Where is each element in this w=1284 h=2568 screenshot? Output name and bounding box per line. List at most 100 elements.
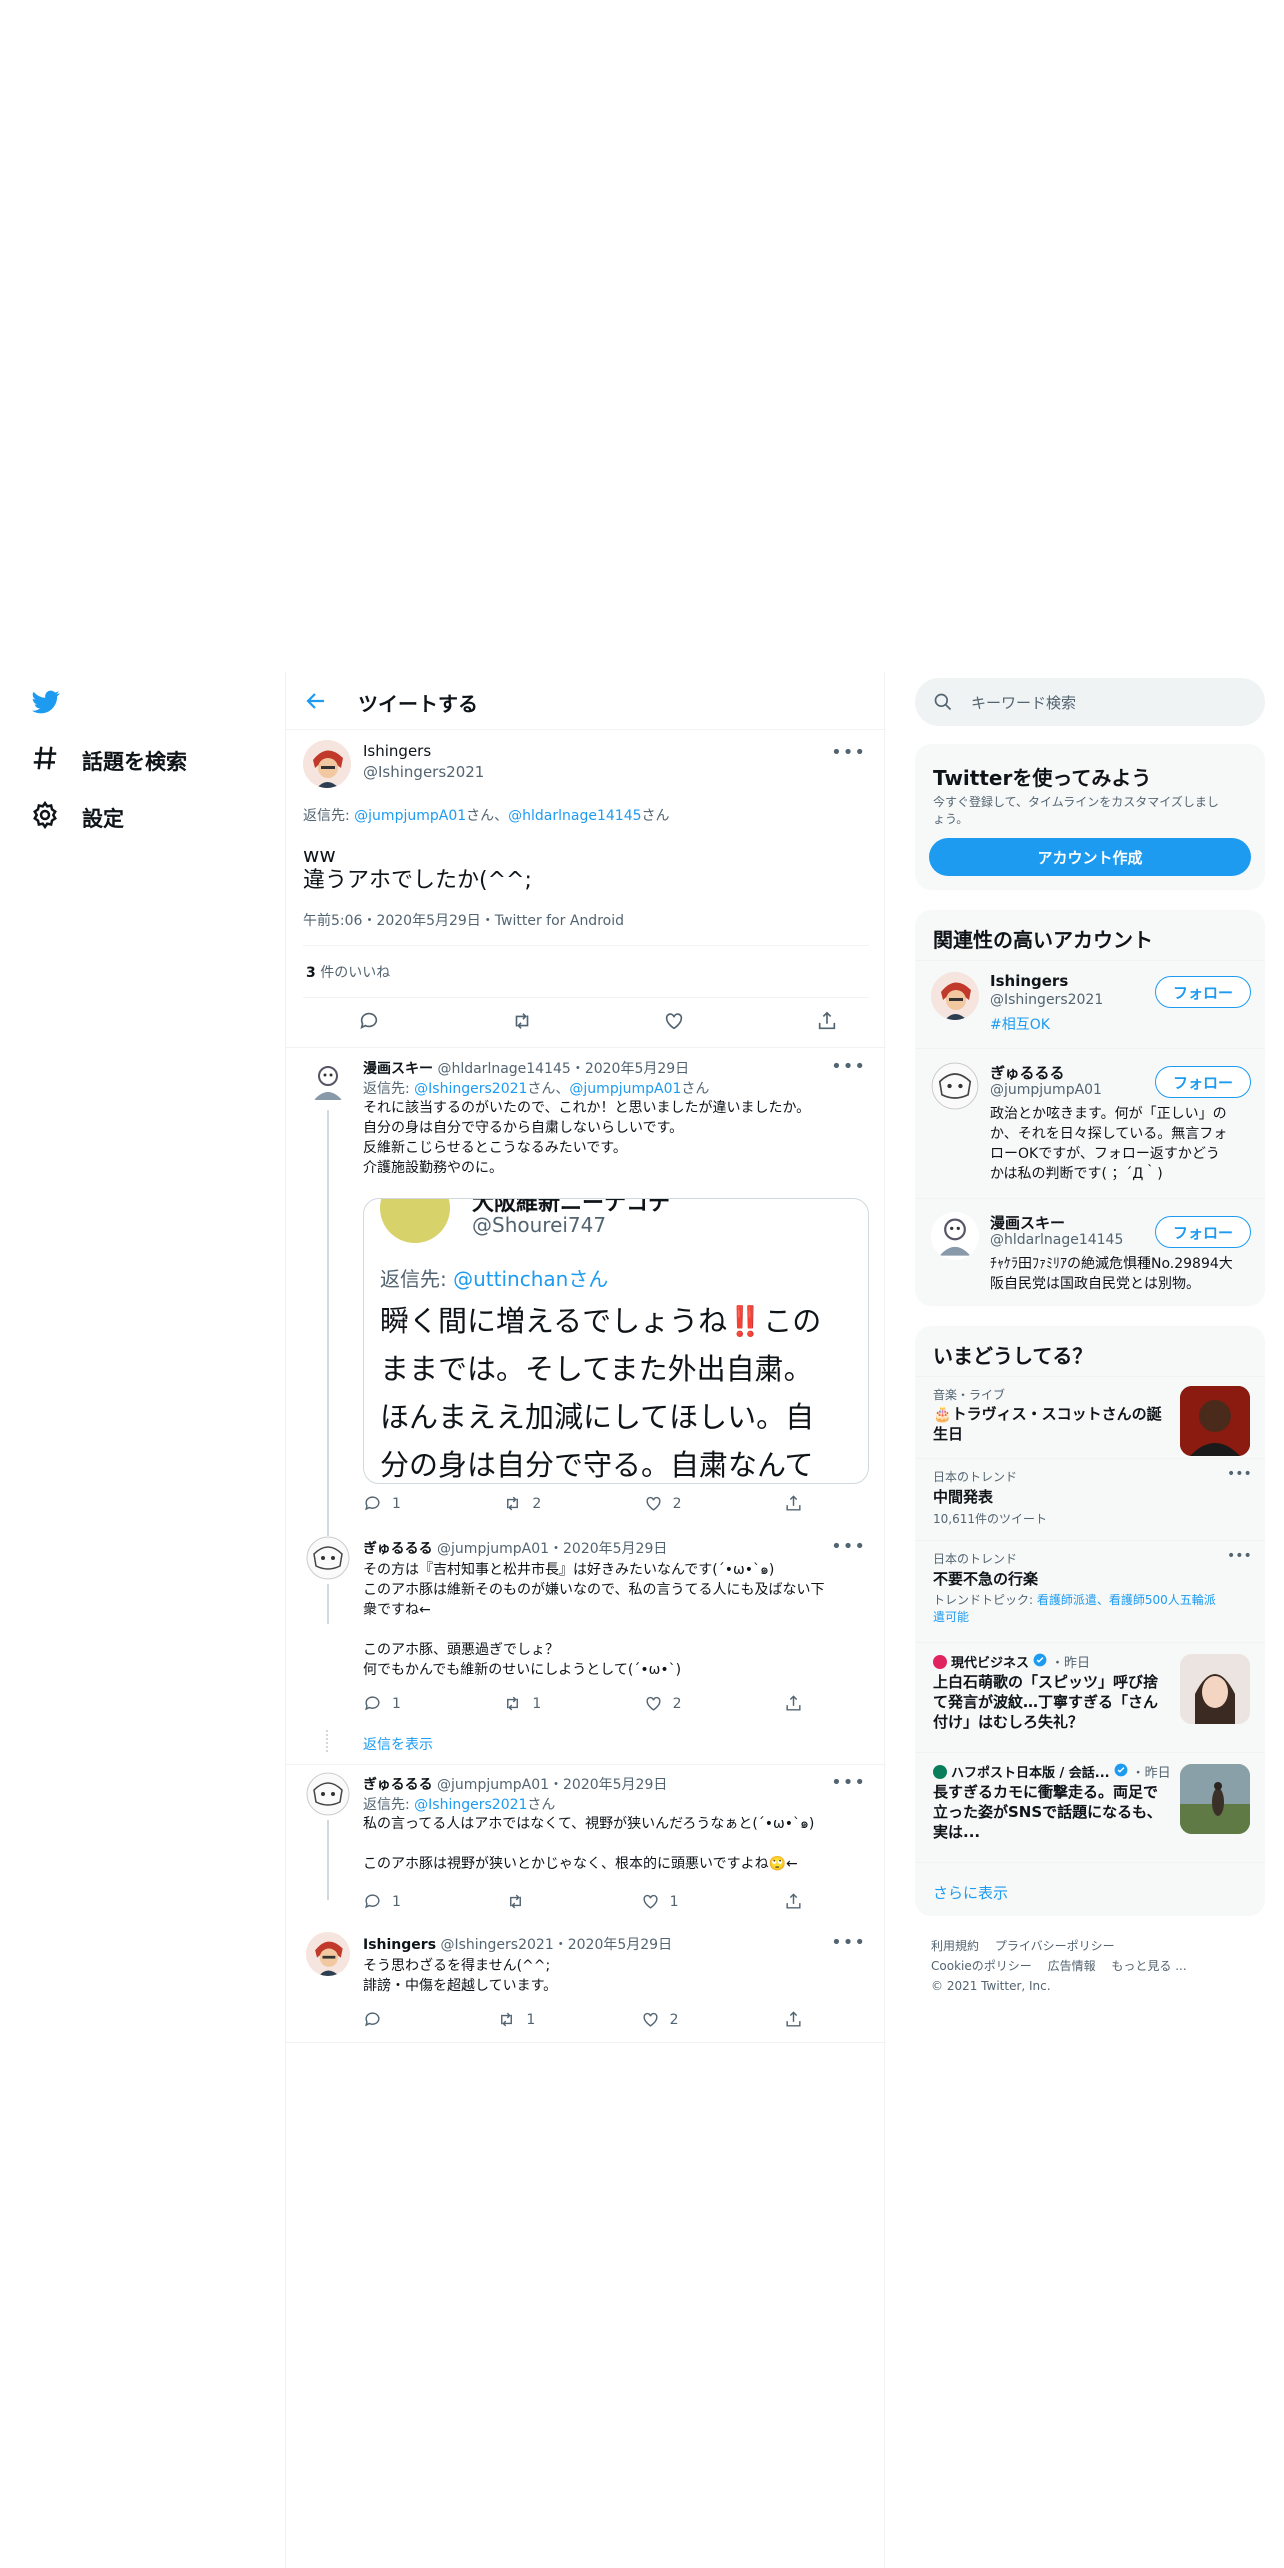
reply-to-link[interactable]: @jumpjumpA01	[569, 1081, 681, 1097]
tweet-meta[interactable]: 午前5:06・2020年5月29日・Twitter for Android	[303, 910, 624, 930]
copyright: © 2021 Twitter, Inc.	[931, 1979, 1051, 1993]
footer-link[interactable]: 利用規約	[931, 1939, 979, 1953]
avatar[interactable]	[303, 740, 351, 788]
divider	[915, 960, 1265, 961]
trend-topic-link[interactable]: 遣可能	[933, 1609, 1216, 1626]
reply-to-link[interactable]: @Ishingers2021	[414, 1081, 527, 1097]
tweet-text-line: 介護施設勤務やのに。	[363, 1160, 503, 1176]
related-title: 関連性の高いアカウント	[933, 928, 1153, 952]
avatar[interactable]	[931, 972, 979, 1020]
account-name[interactable]: ぎゅるるる	[990, 1062, 1065, 1083]
nav-explore[interactable]: 話題を検索	[30, 743, 187, 778]
like-button[interactable]: 1	[641, 1892, 679, 1911]
author-name[interactable]: ぎゅるるる	[363, 1777, 433, 1793]
author-name[interactable]: 漫画スキー	[363, 1061, 433, 1077]
search-input[interactable]: キーワード検索	[971, 692, 1076, 713]
create-account-button[interactable]: アカウント作成	[929, 838, 1251, 876]
account-handle[interactable]: @hldarlnage14145	[990, 1232, 1123, 1248]
share-button[interactable]	[784, 1892, 803, 1911]
search-box[interactable]: キーワード検索	[915, 678, 1265, 726]
account-name[interactable]: 漫画スキー	[990, 1212, 1065, 1233]
search-icon	[933, 692, 953, 716]
likes-count[interactable]: 3 件のいいね	[306, 962, 390, 982]
reply-to-link[interactable]: @Ishingers2021	[414, 1797, 527, 1813]
author-name[interactable]: Ishingers	[363, 742, 431, 760]
verified-badge-icon	[1033, 1653, 1047, 1671]
avatar[interactable]	[306, 1932, 350, 1976]
author-handle[interactable]: @Ishingers2021	[363, 763, 484, 781]
footer-link[interactable]: 広告情報	[1048, 1959, 1096, 1973]
trend-item[interactable]: 日本のトレンド 不要不急の行楽 トレンドトピック: 看護師派遣、看護師500人五…	[915, 1540, 1265, 1642]
avatar[interactable]	[306, 1772, 350, 1816]
follow-button[interactable]: フォロー	[1155, 1216, 1251, 1248]
trend-item[interactable]: 音楽・ライブ 🎂トラヴィス・スコットさんの誕 生日	[915, 1376, 1265, 1458]
account-handle[interactable]: @Ishingers2021	[990, 992, 1103, 1008]
source-logo-icon	[933, 1654, 947, 1669]
more-options-icon[interactable]: •••	[831, 1932, 866, 1953]
follow-button[interactable]: フォロー	[1155, 1066, 1251, 1098]
share-button[interactable]	[784, 1494, 803, 1513]
nav-settings[interactable]: 設定	[30, 800, 124, 835]
avatar[interactable]	[306, 1060, 350, 1104]
handle-date[interactable]: @hldarlnage14145・2020年5月29日	[437, 1061, 689, 1077]
like-button[interactable]: 2	[644, 1694, 682, 1713]
reply-button[interactable]: 1	[363, 1494, 401, 1513]
handle-date[interactable]: @jumpjumpA01・2020年5月29日	[437, 1541, 667, 1557]
account-handle[interactable]: @jumpjumpA01	[990, 1082, 1102, 1098]
reply-icon[interactable]	[358, 1010, 380, 1036]
retweet-button[interactable]	[506, 1892, 535, 1911]
reply-to-link[interactable]: @hldarlnage14145	[508, 808, 641, 824]
account-name[interactable]: Ishingers	[990, 972, 1068, 990]
quoted-text-line: ままでは。そしてまた外出自粛。	[380, 1352, 813, 1386]
avatar[interactable]	[306, 1536, 350, 1580]
show-replies-link[interactable]: 返信を表示	[363, 1734, 433, 1754]
reply-button[interactable]: 1	[363, 1892, 401, 1911]
avatar[interactable]	[931, 1062, 979, 1110]
share-button[interactable]	[784, 1694, 803, 1713]
follow-button[interactable]: フォロー	[1155, 976, 1251, 1008]
share-icon[interactable]	[816, 1010, 838, 1036]
avatar[interactable]	[931, 1212, 979, 1260]
footer-link[interactable]: もっと見る ...	[1111, 1959, 1186, 1973]
handle-date[interactable]: @jumpjumpA01・2020年5月29日	[437, 1777, 667, 1793]
trend-title-line: 生日	[933, 1425, 964, 1443]
retweet-icon[interactable]	[511, 1010, 533, 1036]
share-button[interactable]	[784, 2010, 803, 2029]
more-options-icon[interactable]: •••	[831, 1772, 866, 1793]
like-button[interactable]: 2	[641, 2010, 679, 2029]
trend-item[interactable]: 日本のトレンド 中間発表 10,611件のツイート •••	[915, 1458, 1265, 1540]
news-item[interactable]: 現代ビジネス ・昨日 上白石萌歌の「スピッツ」呼び捨 て発言が波紋…丁寧すぎる「…	[915, 1642, 1265, 1752]
account-bio[interactable]: #相互OK	[990, 1014, 1050, 1034]
reply-to-link[interactable]: @jumpjumpA01	[354, 808, 466, 824]
more-options-icon[interactable]: •••	[1227, 1466, 1252, 1482]
back-arrow-icon[interactable]	[304, 689, 328, 717]
reply-button[interactable]: 1	[363, 1694, 401, 1713]
like-icon[interactable]	[663, 1010, 685, 1036]
footer-link[interactable]: プライバシーポリシー	[995, 1939, 1115, 1953]
news-item[interactable]: ハフポスト日本版 / 会話... ・昨日 長すぎるカモに衝撃走る。両足で 立った…	[915, 1752, 1265, 1862]
footer-link[interactable]: Cookieのポリシー	[931, 1959, 1032, 1973]
reply-count: 1	[392, 1495, 401, 1512]
retweet-button[interactable]: 1	[503, 1694, 541, 1713]
trend-title: 🎂トラヴィス・スコットさんの誕 生日	[933, 1404, 1162, 1444]
trend-topic-link[interactable]: 看護師派遣、看護師500人五輪派	[1037, 1593, 1216, 1607]
author-name[interactable]: ぎゅるるる	[363, 1541, 433, 1557]
show-more-link[interactable]: さらに表示	[933, 1882, 1008, 1903]
more-options-icon[interactable]: •••	[831, 742, 866, 763]
more-options-icon[interactable]: •••	[831, 1056, 866, 1077]
reply-prefix: 返信先:	[363, 1797, 415, 1813]
more-options-icon[interactable]: •••	[831, 1536, 866, 1557]
more-options-icon[interactable]: •••	[1227, 1548, 1252, 1564]
trend-tweet-count: 10,611件のツイート	[933, 1512, 1047, 1526]
twitter-logo-icon[interactable]	[30, 688, 62, 716]
author-name[interactable]: Ishingers	[363, 1937, 436, 1953]
retweet-button[interactable]: 1	[497, 2010, 535, 2029]
quoted-tweet-card[interactable]: 大阪維新ニーナコテ @Shourei747 返信先: @uttinchanさん …	[363, 1198, 869, 1484]
reply-button[interactable]	[363, 2010, 392, 2029]
handle-date[interactable]: @Ishingers2021・2020年5月29日	[440, 1937, 672, 1953]
like-button[interactable]: 2	[644, 1494, 682, 1513]
retweet-count: 1	[526, 2011, 536, 2028]
reply-count: 1	[392, 1893, 401, 1910]
retweet-button[interactable]: 2	[503, 1494, 541, 1513]
account-bio: 政治とか呟きます。何が「正しい」の か、それを日々探している。無言フォ ローOK…	[990, 1104, 1227, 1184]
